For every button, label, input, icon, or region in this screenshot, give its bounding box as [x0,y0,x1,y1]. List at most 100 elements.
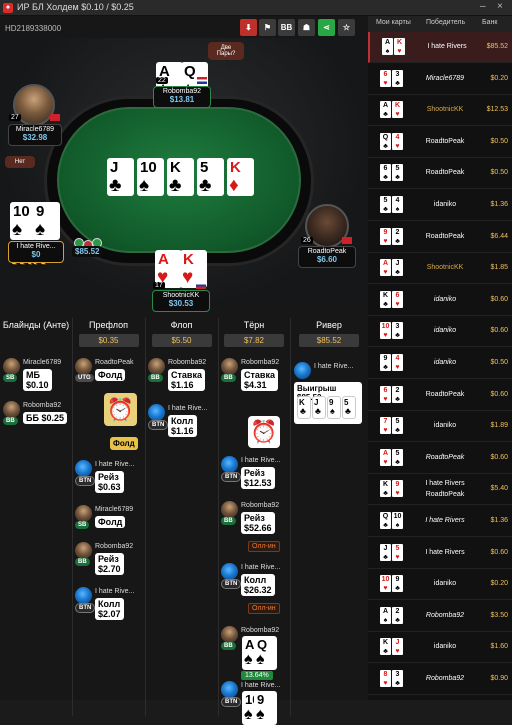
street-title: Тёрн [243,320,265,330]
mini-card: A ♥ [380,259,391,277]
my-cards: 6 ♥ 2 ♣ [380,385,404,404]
flag-icon [50,114,60,121]
card-rank: 3 [395,671,400,678]
history-row[interactable]: Q ♣ 4 ♥ RoadtoPeak $0.50 [368,127,512,158]
street-header: Флоп $5.50 [145,316,218,347]
player-name: I hate Rive... [168,405,208,412]
bb-toggle-button[interactable]: BB [278,19,295,36]
player-stack: $0 [31,250,41,259]
card-suit: ♥ [383,680,388,687]
winner-name: idaniko [433,643,457,651]
mini-card: 3 ♣ [392,322,403,340]
history-row[interactable]: 7 ♥ 5 ♣ idaniko $1.89 [368,411,512,443]
card-suit: ♣ [395,269,400,277]
action-name: Фолд [98,370,123,380]
star-icon[interactable]: ☆ [338,19,355,36]
history-row[interactable]: A ♥ 5 ♣ RoadtoPeak $0.60 [368,443,512,474]
avatar [221,358,238,375]
card-suit: ♥ [383,79,388,87]
player-plate-left[interactable]: Miracle6789 $32.98 [8,124,62,146]
history-row[interactable]: K ♣ 9 ♥ I hate Rivers RoadtoPeak $5.40 [368,474,512,506]
avatar [221,563,238,580]
history-row[interactable]: A ♥ J ♣ ShootnicKK $1.85 [368,253,512,285]
winner-name: idaniko [433,327,457,335]
card-rank: A [382,607,389,615]
card-suit: ♣ [383,522,388,529]
pot-amount: $0.20 [490,74,508,82]
avatar [221,456,238,473]
playing-card: 5 ♣ [342,396,356,419]
action-name: Рейз [98,472,119,482]
history-row[interactable]: A ♠ 2 ♣ Robomba92 $3.50 [368,601,512,632]
card-rank: A [245,637,255,652]
pot-amount: $5.40 [490,485,508,493]
download-icon[interactable]: ⬇ [240,19,257,36]
street-header: Блайнды (Анте) [0,316,72,330]
avatar [3,358,20,375]
player-name: Robomba92 [241,627,280,634]
action-label: Ставка $1.16 [168,369,205,391]
playing-card: J ♣ [312,396,326,419]
player-plate-top[interactable]: Robomba92 $13.81 [153,86,211,108]
player-stack: $30.53 [168,299,194,308]
history-row[interactable]: K ♣ 6 ♥ idaniko $0.60 [368,285,512,316]
incognito-icon[interactable]: ☗ [298,19,315,36]
hand-replayer: HD2189338000 ⬇⚑BB☗⋖☆ J♣10♠K♣5♣K♦ A♠Q♠ 22… [0,16,368,725]
pot-amount: $6.44 [490,232,508,240]
history-row[interactable]: A ♠ K ♥ I hate Rivers $85.52 [368,32,512,63]
pot-amount: $0.20 [490,580,508,588]
my-cards: 7 ♥ 5 ♣ [380,417,404,435]
street-header: Тёрн $7.82 [218,316,290,347]
player-plate-right[interactable]: RoadtoPeak $6.60 [298,246,356,268]
card-rank: 9 [383,355,388,362]
pot-amount: $85.52 [72,246,103,257]
chat-bubble: Нет [5,156,35,168]
history-row[interactable]: J ♣ 5 ♥ I hate Rivers $0.60 [368,538,512,569]
player-plate-bottom[interactable]: ShootnicKK $30.53 [152,290,210,312]
card-suit: ♥ [395,300,400,308]
card-suit: ♠ [383,616,388,624]
playing-card: 9 ♠ [327,396,341,419]
history-row[interactable]: 9 ♣ 4 ♥ idaniko $0.50 [368,348,512,379]
player-name: Robomba92 [23,402,62,409]
mini-card: 8 ♥ [380,670,391,687]
history-row[interactable]: 9 ♥ 2 ♣ RoadtoPeak $6.44 [368,222,512,253]
flag-icon[interactable]: ⚑ [259,19,276,36]
mini-card: 6 ♣ [380,164,391,182]
my-cards: K ♣ 6 ♥ [380,290,404,309]
history-row[interactable]: 8 ♥ 3 ♣ Robomba92 $0.90 [368,664,512,695]
history-row[interactable]: 6 ♣ 5 ♣ RoadtoPeak $0.50 [368,158,512,190]
card-suit: ♣ [395,458,400,466]
player-name: I hate Rive... [16,243,56,250]
alarm-clock-icon: ⏰ [248,416,280,448]
card-rank: 5 [395,544,400,552]
action-amount: $2.70 [98,564,121,574]
history-row[interactable]: K ♣ J ♥ idaniko $1.60 [368,632,512,664]
my-cards: K ♣ J ♥ [380,638,404,656]
history-row[interactable]: 6 ♥ 3 ♣ Miracle6789 $0.20 [368,64,512,95]
card-rank: 2 [395,386,400,394]
playing-card: 9 ♠ [33,202,60,240]
history-row[interactable]: A ♣ K ♥ ShootnicKK $12.53 [368,95,512,127]
minimize-button[interactable]: – [480,1,486,12]
history-row[interactable]: 10 ♥ 3 ♣ idaniko $0.60 [368,316,512,348]
close-button[interactable]: × [497,1,503,12]
card-suit: ♣ [383,490,388,498]
action-amount: $52.66 [244,523,272,533]
window-title: ИР БЛ Холдем $0.10 / $0.25 [17,2,134,12]
avatar [221,501,238,518]
history-row[interactable]: 10 ♥ 9 ♣ idaniko $0.20 [368,569,512,601]
mini-card: 3 ♣ [392,670,403,687]
history-row[interactable]: 6 ♥ 2 ♣ RoadtoPeak $0.60 [368,380,512,411]
history-row[interactable]: Q ♣ 10 ♠ I hate Rivers $1.36 [368,506,512,537]
player-plate-hero[interactable]: I hate Rive... $0 [8,241,64,263]
avatar [75,358,92,375]
mini-card: 6 ♥ [392,290,403,308]
winner-name: RoadtoPeak [425,390,465,398]
history-row[interactable]: 5 ♣ 4 ♠ idaniko $1.36 [368,190,512,221]
playing-card: 10 ♠ [137,158,164,196]
player-name: Robomba92 [95,543,134,550]
player-name: I hate Rive... [241,564,281,571]
card-rank: 5 [200,159,209,176]
share-icon[interactable]: ⋖ [318,19,335,36]
